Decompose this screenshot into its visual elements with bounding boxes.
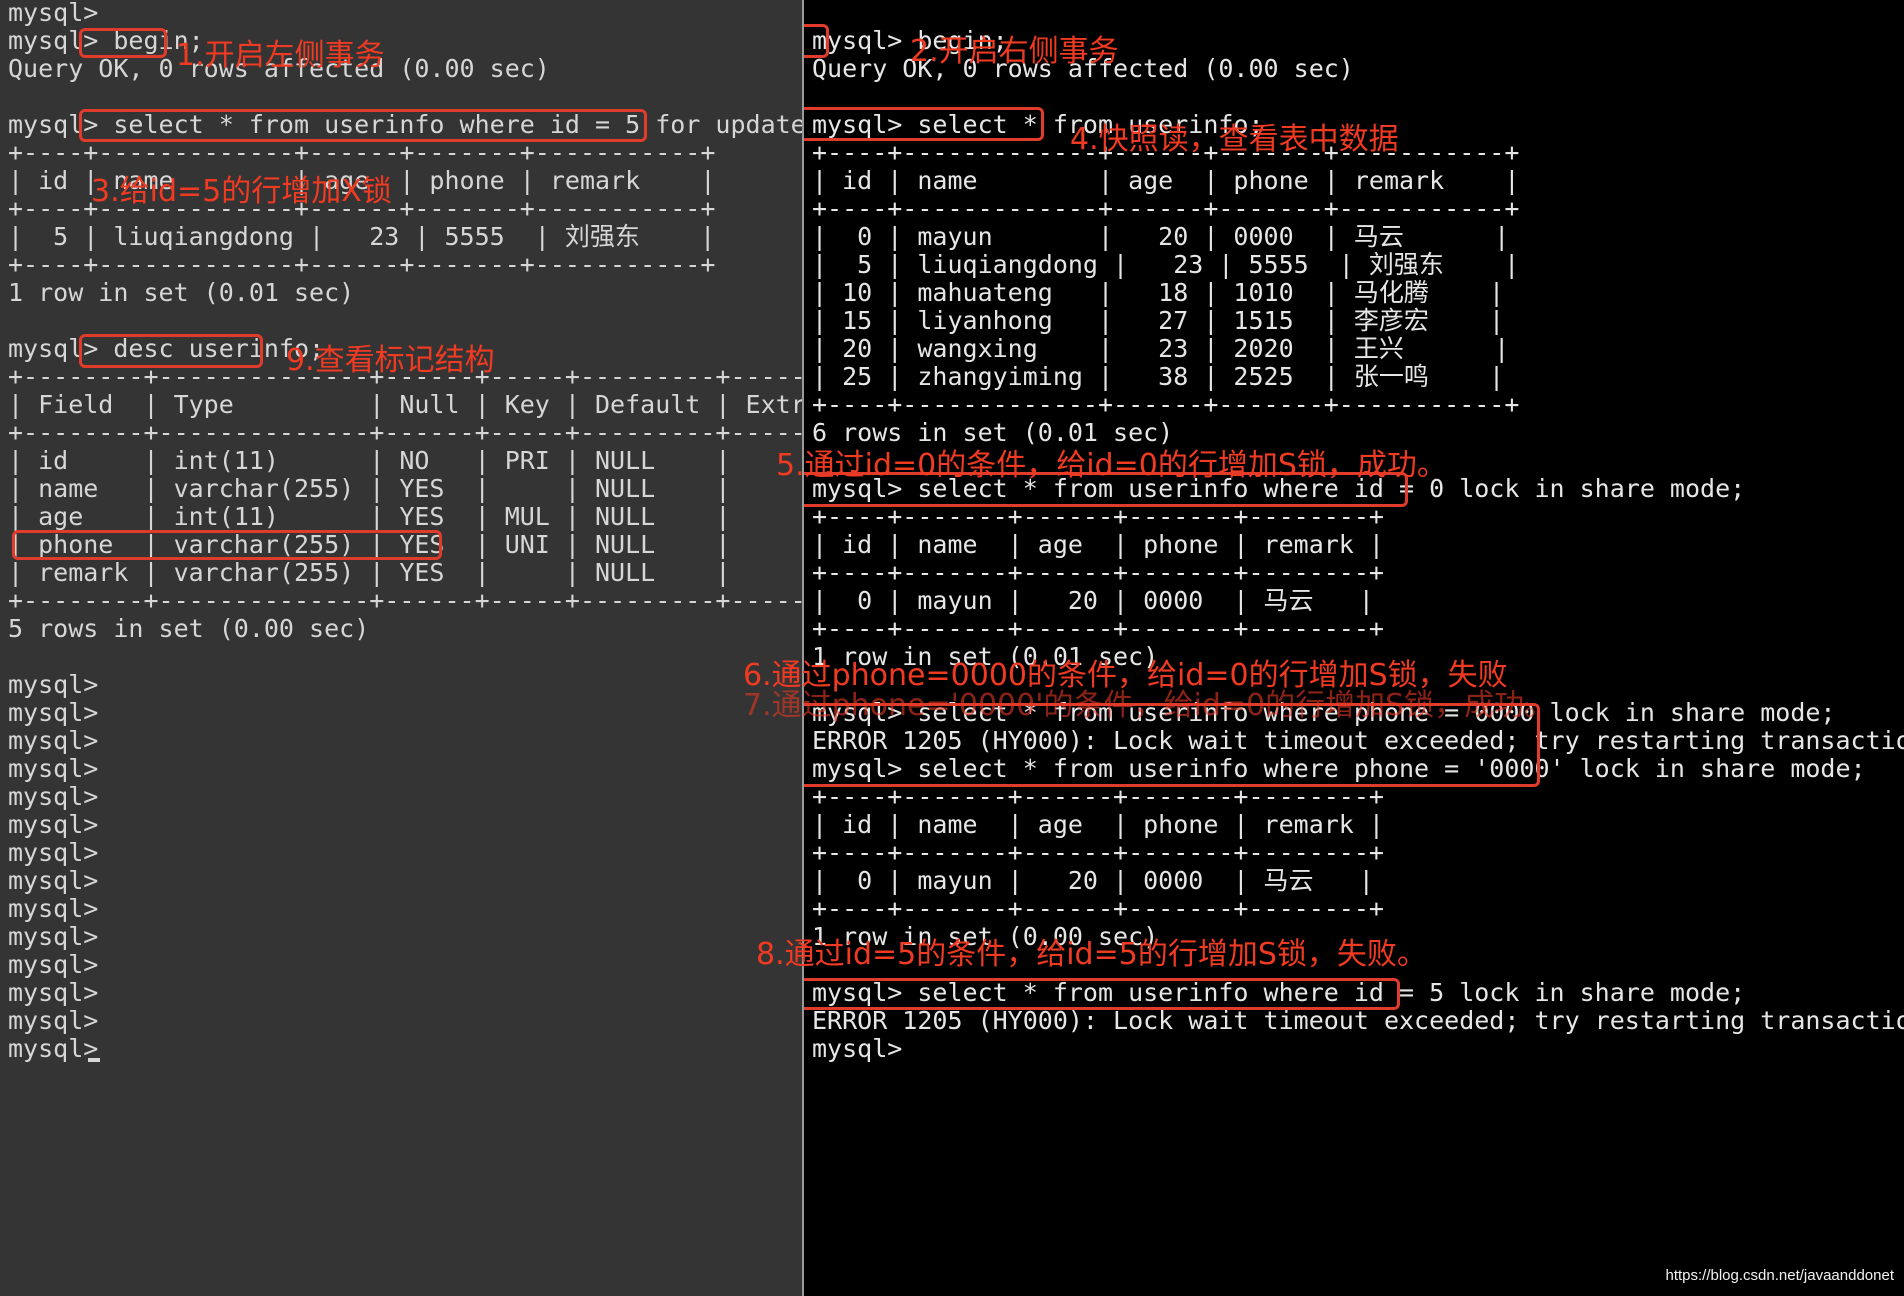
annotation-step-3: 3.给id=5的行增加X锁 [91,174,392,209]
annotation-step-8: 8.通过id=5的条件，给id=5的行增加S锁，失败。 [756,937,1427,972]
phone-row-highlight-box [12,530,442,560]
desc-highlight-box [79,334,263,368]
annotation-step-7: 7.通过phone='0000'的条件，给id=0的行增加S锁，成功。 [743,688,1555,723]
left_terminal-line: mysql> [8,670,99,699]
csdn-watermark: https://blog.csdn.net/javaanddonet [1665,1267,1894,1284]
annotation-step-9: 9.查看标记结构 [286,343,495,378]
annotation-step-1: 1.开启左侧事务 [176,38,385,73]
annotation-step-2: 2.开启右侧事务 [910,34,1119,69]
left_terminal-line: mysql> [8,0,99,27]
right-terminal-pane[interactable]: mysql> ERROR 1205 (HY000): Lock wait time… [804,0,1904,1296]
annotation-step-4: 4.快照读，查看表中数据 [1070,122,1399,157]
terminal-cursor [88,1058,100,1062]
share-mode-id5-highlight-box [804,978,1400,1010]
snapshot-read-highlight-box [804,107,1044,141]
begin-highlight-box [79,28,167,58]
annotation-step-5: 5.通过id=0的条件，给id=0的行增加S锁，成功。 [776,448,1447,483]
begin-highlight-box [804,24,829,58]
for-update-highlight-box [79,109,647,142]
